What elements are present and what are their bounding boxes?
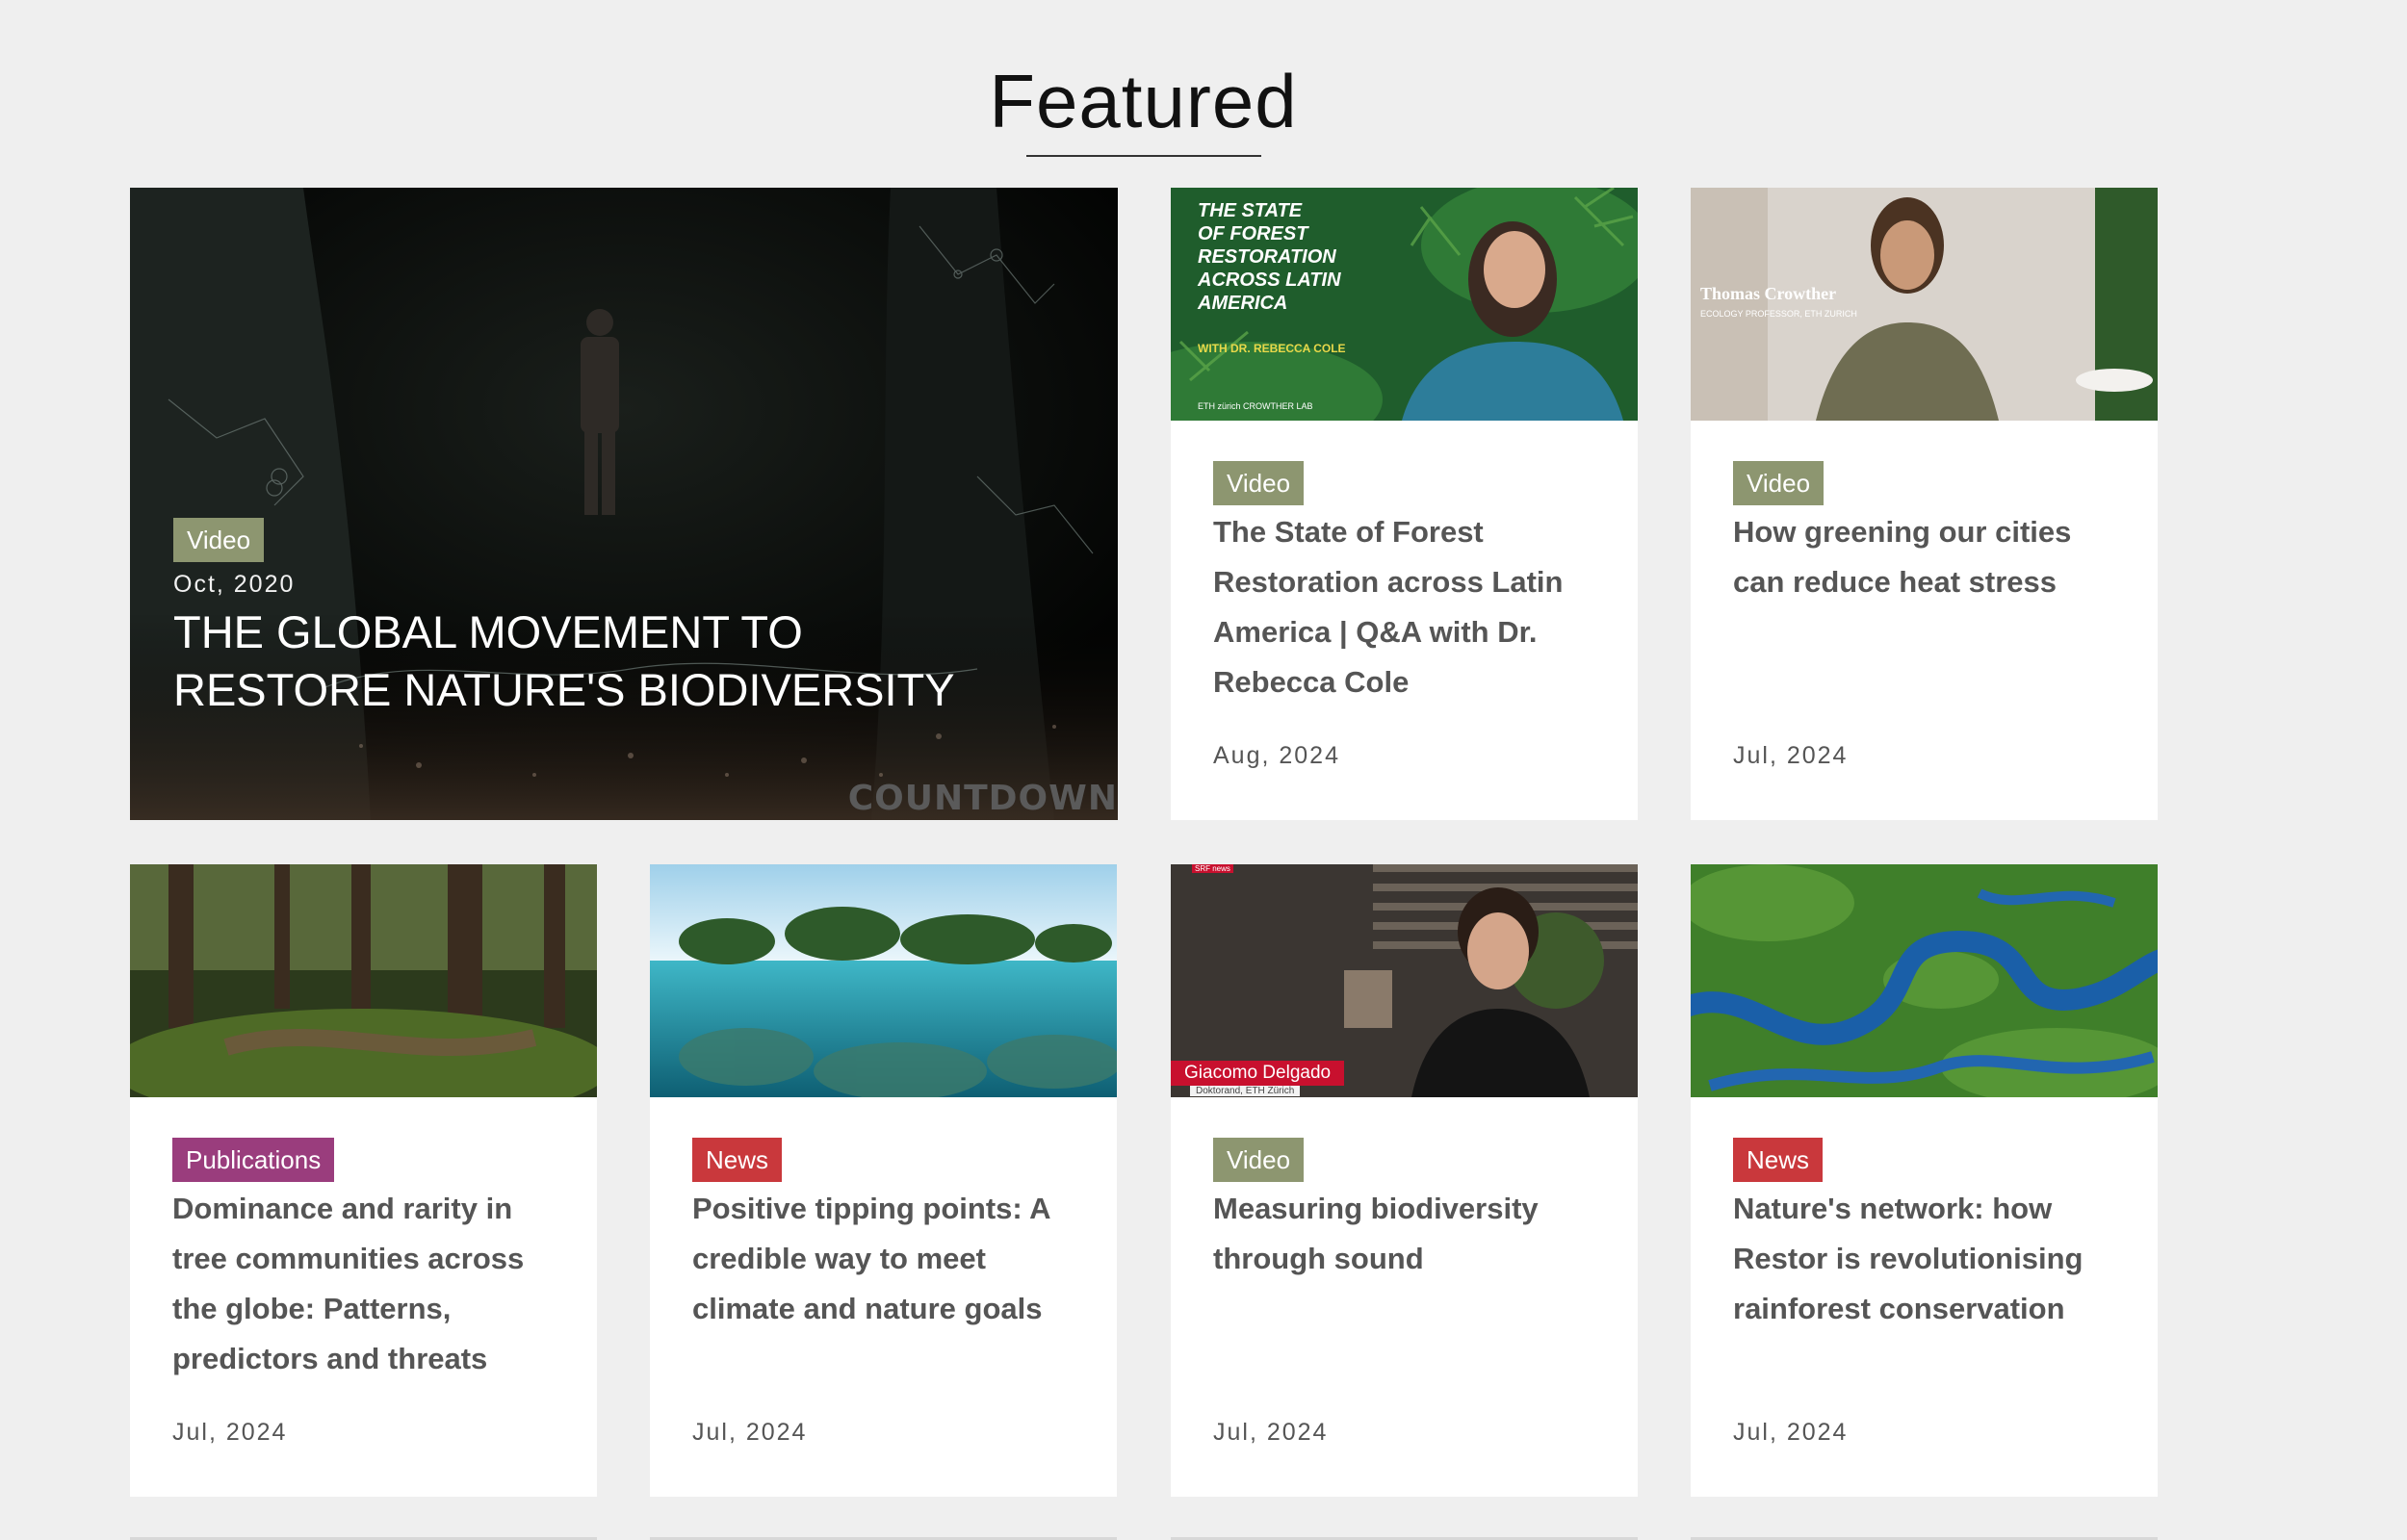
river-thumbnail-image bbox=[1691, 864, 2158, 1097]
category-badge[interactable]: Video bbox=[1733, 461, 1825, 505]
video-thumbnail-image bbox=[1691, 188, 2158, 421]
title-divider bbox=[1026, 155, 1261, 157]
card-thumbnail[interactable] bbox=[650, 864, 1117, 1097]
card-date: Jul, 2024 bbox=[1213, 1419, 1329, 1446]
article-card[interactable]: Thomas Crowther ECOLOGY PROFESSOR, ETH Z… bbox=[1691, 188, 2158, 820]
section-title: Featured bbox=[989, 59, 1298, 144]
thumbnail-overlay-role: ECOLOGY PROFESSOR, ETH ZURICH bbox=[1700, 309, 1857, 319]
card-thumbnail[interactable]: SRF news Giacomo Delgado Doktorand, ETH … bbox=[1171, 864, 1638, 1097]
hero-image bbox=[130, 188, 1118, 820]
featured-hero-card[interactable]: Video Oct, 2020 THE GLOBAL MOVEMENT TO R… bbox=[130, 188, 1118, 820]
thumbnail-tag: SRF news bbox=[1192, 864, 1233, 873]
watermark: COUNTDOWN bbox=[847, 779, 1118, 818]
card-title[interactable]: The State of Forest Restoration across L… bbox=[1213, 507, 1599, 707]
thumbnail-overlay-name: Giacomo Delgado bbox=[1171, 1061, 1345, 1086]
forest-thumbnail-image bbox=[130, 864, 597, 1097]
article-card[interactable]: THE STATE OF FOREST RESTORATION ACROSS L… bbox=[1171, 188, 1638, 820]
card-date: Jul, 2024 bbox=[1733, 742, 1849, 769]
card-date: Jul, 2024 bbox=[692, 1419, 808, 1446]
article-card[interactable]: News Nature's network: how Restor is rev… bbox=[1691, 864, 2158, 1497]
card-date: Aug, 2024 bbox=[1213, 742, 1340, 769]
card-date: Jul, 2024 bbox=[172, 1419, 288, 1446]
reef-thumbnail-image bbox=[650, 864, 1117, 1097]
card-title[interactable]: Nature's network: how Restor is revoluti… bbox=[1733, 1184, 2119, 1334]
article-card[interactable]: SRF news Giacomo Delgado Doktorand, ETH … bbox=[1171, 864, 1638, 1497]
card-title[interactable]: Positive tipping points: A credible way … bbox=[692, 1184, 1078, 1334]
category-badge[interactable]: News bbox=[692, 1138, 783, 1182]
card-thumbnail[interactable] bbox=[130, 864, 597, 1097]
card-title[interactable]: Measuring biodiversity through sound bbox=[1213, 1184, 1599, 1284]
thumbnail-overlay-subtitle: WITH DR. REBECCA COLE bbox=[1198, 342, 1346, 355]
category-badge[interactable]: News bbox=[1733, 1138, 1824, 1182]
thumbnail-overlay-name: Thomas Crowther bbox=[1700, 284, 1837, 303]
hero-title[interactable]: THE GLOBAL MOVEMENT TO RESTORE NATURE'S … bbox=[173, 603, 1001, 719]
hero-date: Oct, 2020 bbox=[173, 571, 296, 598]
thumbnail-overlay-footer: ETH zürich CROWTHER LAB bbox=[1198, 401, 1313, 411]
card-title[interactable]: Dominance and rarity in tree communities… bbox=[172, 1184, 558, 1384]
category-badge[interactable]: Video bbox=[173, 518, 265, 562]
thumbnail-overlay-role: Doktorand, ETH Zürich bbox=[1190, 1086, 1301, 1096]
category-badge[interactable]: Publications bbox=[172, 1138, 335, 1182]
card-title[interactable]: How greening our cities can reduce heat … bbox=[1733, 507, 2119, 607]
card-thumbnail[interactable]: THE STATE OF FOREST RESTORATION ACROSS L… bbox=[1171, 188, 1638, 421]
category-badge[interactable]: Video bbox=[1213, 461, 1305, 505]
card-date: Jul, 2024 bbox=[1733, 1419, 1849, 1446]
card-thumbnail[interactable] bbox=[1691, 864, 2158, 1097]
article-card[interactable]: News Positive tipping points: A credible… bbox=[650, 864, 1117, 1497]
card-thumbnail[interactable]: Thomas Crowther ECOLOGY PROFESSOR, ETH Z… bbox=[1691, 188, 2158, 421]
thumbnail-overlay-title: THE STATE OF FOREST RESTORATION ACROSS L… bbox=[1198, 200, 1341, 314]
article-card[interactable]: Publications Dominance and rarity in tre… bbox=[130, 864, 597, 1497]
category-badge[interactable]: Video bbox=[1213, 1138, 1305, 1182]
